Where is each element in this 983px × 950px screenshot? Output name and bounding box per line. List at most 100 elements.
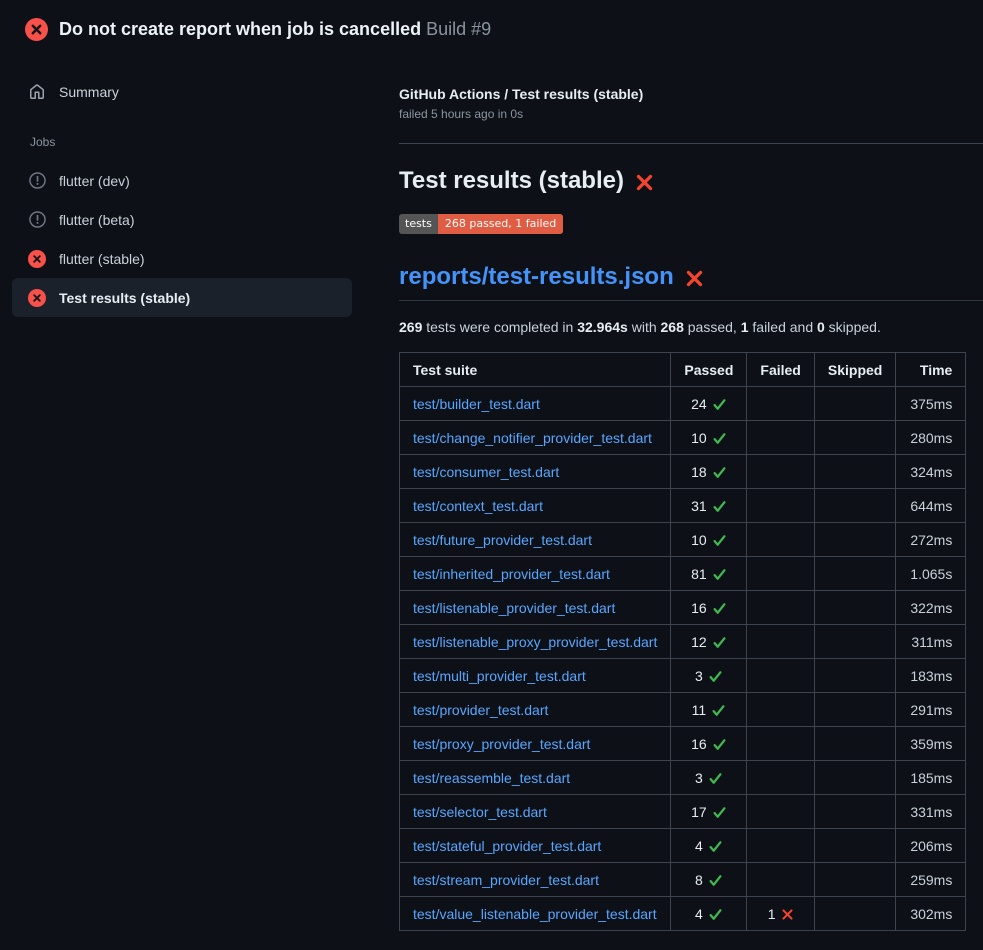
skipped-cell <box>814 591 895 625</box>
test-suite-link[interactable]: test/reassemble_test.dart <box>413 770 570 786</box>
sidebar-item-job-flutter-stable[interactable]: flutter (stable) <box>12 239 352 278</box>
suite-cell: test/multi_provider_test.dart <box>400 659 671 693</box>
suite-cell: test/listenable_provider_test.dart <box>400 591 671 625</box>
test-suite-link[interactable]: test/inherited_provider_test.dart <box>413 566 610 582</box>
cross-icon <box>781 908 794 921</box>
passed-cell: 16 <box>671 727 747 761</box>
sidebar-item-label: flutter (dev) <box>59 173 130 189</box>
jobs-section-label: Jobs <box>30 135 375 149</box>
report-file-link[interactable]: reports/test-results.json <box>399 261 674 293</box>
time-cell: 185ms <box>896 761 966 795</box>
sidebar-item-label: Summary <box>59 84 119 100</box>
results-table-body: test/builder_test.dart 24 375ms test/cha… <box>400 387 966 931</box>
failed-cell <box>747 557 814 591</box>
check-icon <box>712 601 727 616</box>
section-title-text: Test results (stable) <box>399 165 624 197</box>
failed-cell <box>747 421 814 455</box>
skipped-cell <box>814 829 895 863</box>
test-suite-link[interactable]: test/multi_provider_test.dart <box>413 668 586 684</box>
passed-cell: 10 <box>671 421 747 455</box>
stat-value: 24 <box>691 394 707 414</box>
home-icon <box>28 84 46 100</box>
check-icon <box>708 669 723 684</box>
skipped-count: 0 <box>817 319 825 335</box>
failed-cell <box>747 795 814 829</box>
suite-cell: test/value_listenable_provider_test.dart <box>400 897 671 931</box>
cross-mark-icon <box>635 173 654 192</box>
time-cell: 311ms <box>896 625 966 659</box>
run-header: Do not create report when job is cancell… <box>0 0 983 54</box>
failed-cell <box>747 387 814 421</box>
failed-cell <box>747 693 814 727</box>
test-suite-link[interactable]: test/builder_test.dart <box>413 396 540 412</box>
stat-value: 31 <box>691 496 707 516</box>
test-suite-link[interactable]: test/stateful_provider_test.dart <box>413 838 601 854</box>
suite-cell: test/stateful_provider_test.dart <box>400 829 671 863</box>
failed-cell <box>747 659 814 693</box>
passed-cell: 4 <box>671 829 747 863</box>
passed-cell: 3 <box>671 659 747 693</box>
passed-cell: 8 <box>671 863 747 897</box>
x-circle-icon <box>25 18 48 41</box>
failed-cell <box>747 727 814 761</box>
test-suite-link[interactable]: test/future_provider_test.dart <box>413 532 592 548</box>
failed-cell: 1 <box>747 897 814 931</box>
skipped-cell <box>814 761 895 795</box>
failed-cell <box>747 489 814 523</box>
passed-cell: 24 <box>671 387 747 421</box>
time-cell: 359ms <box>896 727 966 761</box>
table-row: test/selector_test.dart 17 331ms <box>400 795 966 829</box>
sidebar-item-job-test-results-stable[interactable]: Test results (stable) <box>12 278 352 317</box>
suite-cell: test/stream_provider_test.dart <box>400 863 671 897</box>
suite-cell: test/context_test.dart <box>400 489 671 523</box>
table-row: test/future_provider_test.dart 10 272ms <box>400 523 966 557</box>
check-icon <box>712 737 727 752</box>
alert-circle-icon <box>28 172 46 189</box>
build-number: Build #9 <box>426 19 491 39</box>
skipped-cell <box>814 523 895 557</box>
time-cell: 322ms <box>896 591 966 625</box>
skipped-cell <box>814 863 895 897</box>
test-suite-link[interactable]: test/value_listenable_provider_test.dart <box>413 906 657 922</box>
test-suite-link[interactable]: test/stream_provider_test.dart <box>413 872 599 888</box>
sidebar-item-label: flutter (beta) <box>59 212 134 228</box>
table-row: test/inherited_provider_test.dart 81 1.0… <box>400 557 966 591</box>
duration-value: 32.964s <box>577 319 628 335</box>
table-row: test/listenable_proxy_provider_test.dart… <box>400 625 966 659</box>
passed-cell: 12 <box>671 625 747 659</box>
table-header-row: Test suite Passed Failed Skipped Time <box>400 353 966 387</box>
test-suite-link[interactable]: test/change_notifier_provider_test.dart <box>413 430 652 446</box>
sidebar-item-summary[interactable]: Summary <box>12 74 352 110</box>
test-suite-link[interactable]: test/context_test.dart <box>413 498 543 514</box>
skipped-cell <box>814 727 895 761</box>
test-suite-link[interactable]: test/consumer_test.dart <box>413 464 559 480</box>
stat-value: 4 <box>695 836 703 856</box>
passed-cell: 18 <box>671 455 747 489</box>
check-icon <box>712 805 727 820</box>
test-suite-link[interactable]: test/proxy_provider_test.dart <box>413 736 590 752</box>
skipped-cell <box>814 795 895 829</box>
run-layout: Summary Jobs flutter (dev) <box>0 54 983 931</box>
test-suite-link[interactable]: test/provider_test.dart <box>413 702 548 718</box>
workflow-run-page: Do not create report when job is cancell… <box>0 0 983 931</box>
test-suite-link[interactable]: test/selector_test.dart <box>413 804 547 820</box>
column-header-time: Time <box>896 353 966 387</box>
table-row: test/context_test.dart 31 644ms <box>400 489 966 523</box>
skipped-cell <box>814 387 895 421</box>
sidebar-item-label: Test results (stable) <box>59 290 190 306</box>
check-icon <box>711 703 726 718</box>
time-cell: 1.065s <box>896 557 966 591</box>
test-suite-link[interactable]: test/listenable_provider_test.dart <box>413 600 615 616</box>
breadcrumb: GitHub Actions / Test results (stable) <box>399 84 983 104</box>
sidebar-item-job-flutter-dev[interactable]: flutter (dev) <box>12 161 352 200</box>
sidebar-item-job-flutter-beta[interactable]: flutter (beta) <box>12 200 352 239</box>
test-suite-link[interactable]: test/listenable_proxy_provider_test.dart <box>413 634 657 650</box>
time-cell: 272ms <box>896 523 966 557</box>
stat-value: 1 <box>768 904 776 924</box>
results-table: Test suite Passed Failed Skipped Time te… <box>399 352 966 931</box>
check-icon <box>708 907 723 922</box>
failed-cell <box>747 625 814 659</box>
time-cell: 206ms <box>896 829 966 863</box>
suite-cell: test/change_notifier_provider_test.dart <box>400 421 671 455</box>
suite-cell: test/provider_test.dart <box>400 693 671 727</box>
